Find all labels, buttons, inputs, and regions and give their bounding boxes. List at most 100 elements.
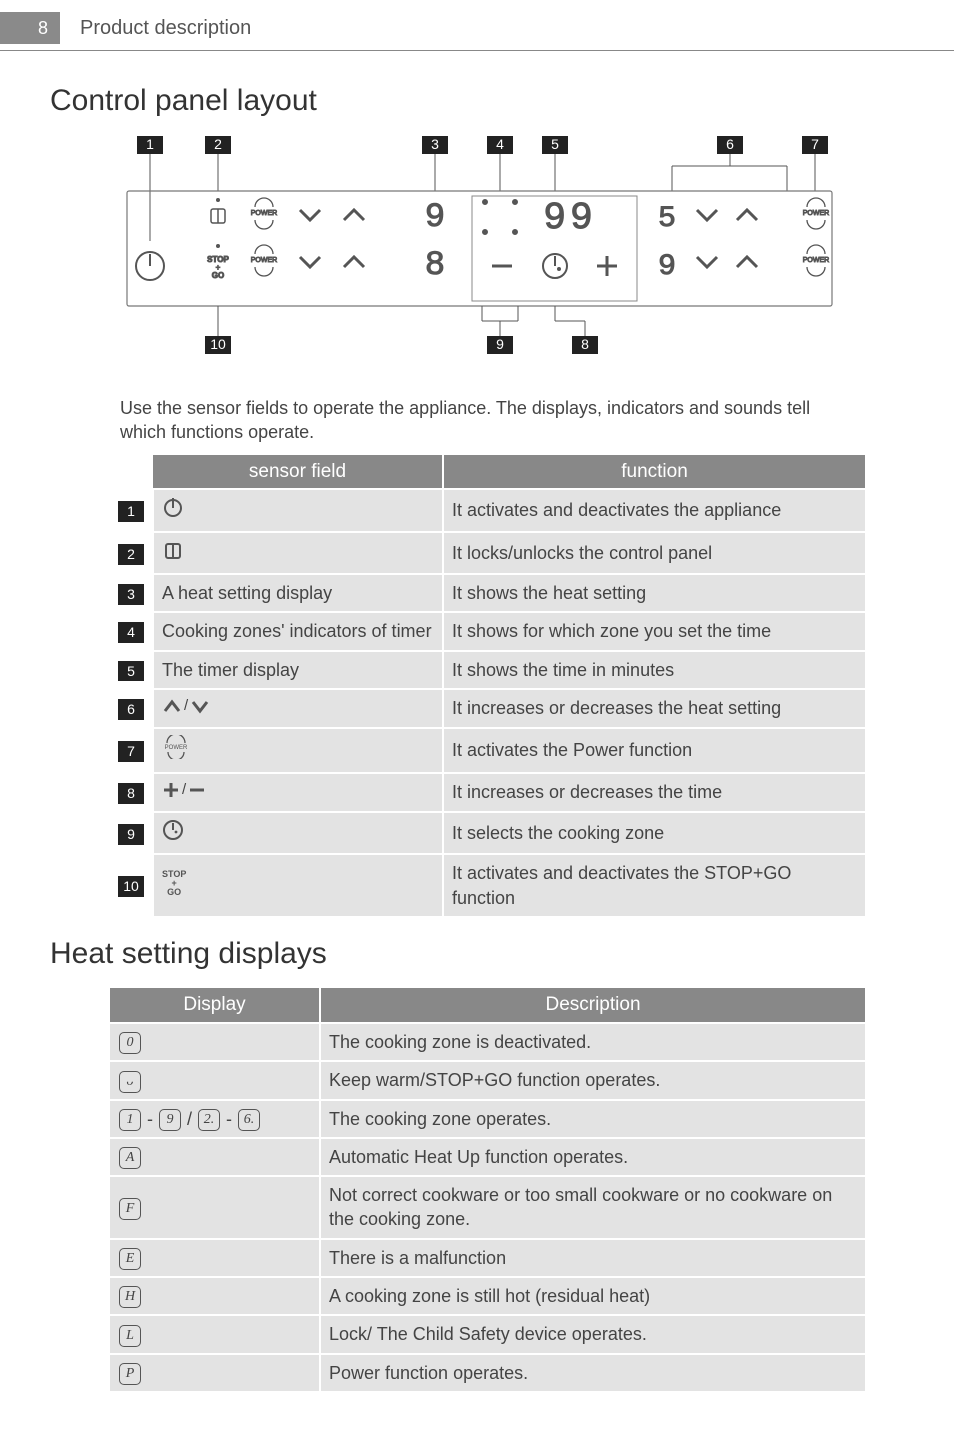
display-cell: E — [110, 1239, 320, 1277]
col-function: function — [443, 455, 865, 490]
svg-text:8: 8 — [581, 336, 589, 352]
svg-text:1: 1 — [146, 136, 154, 152]
display-row: E There is a malfunction — [110, 1239, 865, 1277]
control-row: 3 A heat setting displayIt shows the heat… — [110, 574, 865, 612]
row-index-badge: 3 — [118, 584, 144, 605]
row-index-badge: 10 — [118, 876, 144, 897]
display-glyph: ᴗ — [119, 1071, 141, 1093]
control-row: 1It activates and deactivates the applia… — [110, 489, 865, 531]
svg-text:9: 9 — [496, 336, 504, 352]
row-index-badge: 5 — [118, 661, 144, 682]
display-row: AAutomatic Heat Up function operates. — [110, 1138, 865, 1176]
display-cell: L — [110, 1315, 320, 1353]
control-row: 7POWERIt activates the Power function — [110, 728, 865, 772]
svg-text:4: 4 — [496, 136, 504, 152]
function-cell: It increases or decreases the heat setti… — [443, 689, 865, 728]
control-row: 10 STOP+GO It activates and deactivates th… — [110, 854, 865, 916]
svg-text:5: 5 — [551, 136, 559, 152]
control-row: 8 / It increases or decreases the time — [110, 773, 865, 812]
display-cell: F — [110, 1176, 320, 1239]
row-index-badge: 1 — [118, 501, 144, 522]
display-glyph: P — [119, 1363, 141, 1385]
row-index-badge: 7 — [118, 741, 144, 762]
display-glyph: 2. — [198, 1109, 220, 1131]
control-row: 9 It selects the cooking zone — [110, 812, 865, 854]
diagram-callouts-top: 1 2 3 4 5 6 7 — [137, 136, 828, 154]
col-description: Description — [320, 988, 865, 1023]
display-glyph: F — [119, 1198, 141, 1220]
row-index-badge: 6 — [118, 699, 144, 720]
control-row: 2 It locks/unlocks the control panel — [110, 532, 865, 574]
control-panel-diagram: 1 2 3 4 5 6 7 — [107, 136, 847, 372]
page-number-badge: 8 — [0, 12, 60, 44]
display-glyph: 9 — [159, 1109, 181, 1131]
sensor-cell: Cooking zones' indicators of timer — [153, 612, 443, 650]
description-cell: Lock/ The Child Safety device operates. — [320, 1315, 865, 1353]
svg-text:10: 10 — [210, 336, 226, 352]
row-index-badge: 8 — [118, 783, 144, 804]
row-index-badge: 9 — [118, 824, 144, 845]
function-cell: It activates and deactivates the STOP+GO… — [443, 854, 865, 916]
intro-paragraph: Use the sensor fields to operate the app… — [120, 396, 854, 445]
svg-text:POWER: POWER — [165, 745, 188, 751]
display-cell: A — [110, 1138, 320, 1176]
clock-icon — [162, 819, 184, 841]
svg-text:8: 8 — [425, 247, 445, 285]
power-icon — [162, 496, 184, 518]
display-row: 0The cooking zone is deactivated. — [110, 1023, 865, 1061]
control-row: 6 / It increases or decreases the heat s… — [110, 689, 865, 728]
display-glyph: 6. — [238, 1109, 260, 1131]
sensor-cell — [153, 489, 443, 531]
col-display: Display — [110, 988, 320, 1023]
display-glyph: L — [119, 1325, 141, 1347]
control-panel-table: sensor field function 1It activates and … — [110, 455, 865, 916]
display-cell: ᴗ — [110, 1061, 320, 1099]
display-glyph: E — [119, 1248, 141, 1270]
svg-text:7: 7 — [811, 136, 819, 152]
svg-text:2: 2 — [214, 136, 222, 152]
description-cell: Not correct cookware or too small cookwa… — [320, 1176, 865, 1239]
sensor-cell: A heat setting display — [153, 574, 443, 612]
display-row: L Lock/ The Child Safety device operates. — [110, 1315, 865, 1353]
power-function-icon: POWER — [162, 735, 190, 759]
display-glyph: 1 — [119, 1109, 141, 1131]
svg-text:POWER: POWER — [251, 210, 277, 217]
diagram-callouts-bottom: 10 9 8 — [205, 336, 598, 354]
svg-text:POWER: POWER — [803, 210, 829, 217]
heat-display-table: Display Description 0The cooking zone is… — [110, 988, 865, 1391]
section-heading-control-panel: Control panel layout — [50, 81, 954, 122]
display-cell: H — [110, 1277, 320, 1315]
lock-icon — [162, 539, 184, 561]
description-cell: There is a malfunction — [320, 1239, 865, 1277]
stopgo-icon: STOP+GO — [162, 870, 186, 897]
svg-text:5: 5 — [658, 202, 676, 236]
function-cell: It locks/unlocks the control panel — [443, 532, 865, 574]
function-cell: It shows the heat setting — [443, 574, 865, 612]
function-cell: It selects the cooking zone — [443, 812, 865, 854]
display-row: ᴗ Keep warm/STOP+GO function operates. — [110, 1061, 865, 1099]
svg-text:99: 99 — [543, 197, 597, 240]
function-cell: It shows the time in minutes — [443, 651, 865, 689]
sensor-cell — [153, 532, 443, 574]
description-cell: Automatic Heat Up function operates. — [320, 1138, 865, 1176]
row-index-badge: 2 — [118, 544, 144, 565]
description-cell: The cooking zone operates. — [320, 1100, 865, 1138]
sensor-cell: The timer display — [153, 651, 443, 689]
display-glyph: H — [119, 1286, 141, 1308]
svg-text:9: 9 — [425, 199, 445, 237]
function-cell: It increases or decreases the time — [443, 773, 865, 812]
description-cell: Keep warm/STOP+GO function operates. — [320, 1061, 865, 1099]
row-index-badge: 4 — [118, 622, 144, 643]
description-cell: Power function operates. — [320, 1354, 865, 1391]
svg-text:POWER: POWER — [803, 257, 829, 264]
sensor-cell: POWER — [153, 728, 443, 772]
sensor-cell: STOP+GO — [153, 854, 443, 916]
page-header: 8 Product description — [0, 0, 954, 51]
col-sensor: sensor field — [153, 455, 443, 490]
sensor-cell: / — [153, 689, 443, 728]
control-row: 5 The timer displayIt shows the time in m… — [110, 651, 865, 689]
sensor-cell — [153, 812, 443, 854]
display-row: HA cooking zone is still hot (residual h… — [110, 1277, 865, 1315]
function-cell: It shows for which zone you set the time — [443, 612, 865, 650]
display-row: 1 - 9 / 2. - 6.The cooking zone operates… — [110, 1100, 865, 1138]
